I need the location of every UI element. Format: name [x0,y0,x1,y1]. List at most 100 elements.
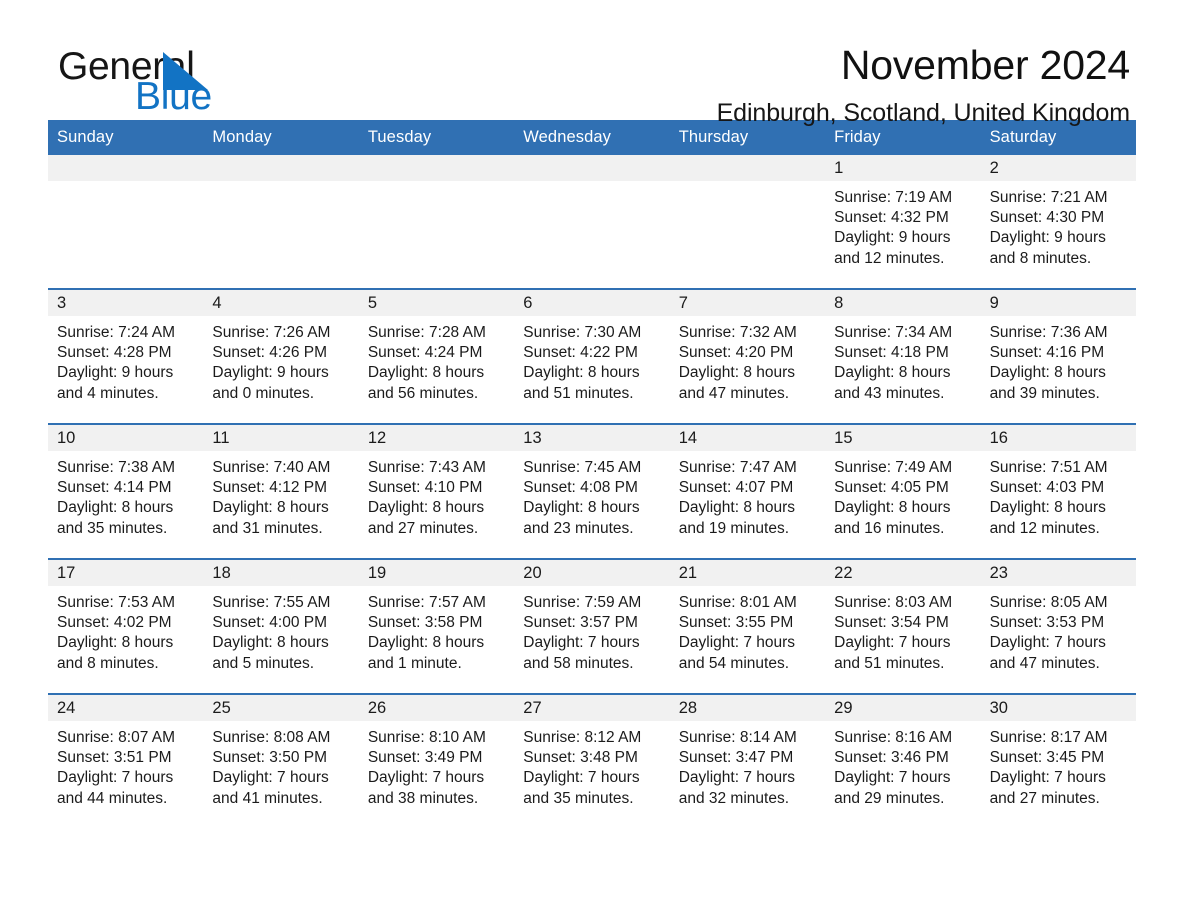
daylight-duration-line1: Daylight: 7 hours [523,769,640,787]
sunrise-time: Sunrise: 7:26 AM [212,324,331,341]
sunrise-time: Sunrise: 7:36 AM [989,324,1108,341]
day-number: 19 [358,560,515,586]
day-number: 6 [514,290,670,316]
day-details: Sunrise: 8:08 AM Sunset: 3:50 PM Daylight:… [203,721,358,809]
day-cell[interactable]: 10 Sunrise: 7:38 AM Sunset: 4:14 PM Dayligh… [48,425,204,558]
daylight-duration-line1: Daylight: 8 hours [367,364,485,382]
day-cell[interactable]: 20 Sunrise: 7:59 AM Sunset: 3:57 PM Dayligh… [514,560,670,693]
sunset-time: Sunset: 3:57 PM [523,614,638,632]
day-details: Sunrise: 8:17 AM Sunset: 3:45 PM Daylight:… [981,721,1136,809]
day-cell[interactable]: 1 Sunrise: 7:19 AM Sunset: 4:32 PM Daylight… [825,155,981,288]
day-cell[interactable]: 13 Sunrise: 7:45 AM Sunset: 4:08 PM Dayligh… [514,425,670,558]
day-cell[interactable]: 8 Sunrise: 7:34 AM Sunset: 4:18 PM Daylight… [825,290,981,423]
daylight-duration-line1: Daylight: 9 hours [989,229,1106,247]
day-number [669,155,826,181]
day-cell-empty [358,155,515,288]
day-details: Sunrise: 7:32 AM Sunset: 4:20 PM Daylight:… [670,316,825,404]
day-details: Sunrise: 7:47 AM Sunset: 4:07 PM Daylight:… [670,451,825,539]
day-cell[interactable]: 17 Sunrise: 7:53 AM Sunset: 4:02 PM Dayligh… [48,560,204,693]
sunset-time: Sunset: 3:49 PM [367,749,483,767]
day-number: 18 [203,560,359,586]
sunset-time: Sunset: 3:45 PM [989,749,1105,767]
day-cell[interactable]: 19 Sunrise: 7:57 AM Sunset: 3:58 PM Dayligh… [358,560,515,693]
daylight-duration-line2: and 56 minutes. [367,384,479,402]
daylight-duration-line2: and 47 minutes. [989,654,1100,672]
brand-logo[interactable]: General Blue [58,45,298,118]
daylight-duration-line1: Daylight: 9 hours [834,229,951,247]
day-cell[interactable]: 21 Sunrise: 8:01 AM Sunset: 3:55 PM Dayligh… [669,560,826,693]
day-details: Sunrise: 7:28 AM Sunset: 4:24 PM Daylight:… [359,316,514,404]
day-cell-empty [669,155,826,288]
sunrise-time: Sunrise: 7:30 AM [523,324,642,341]
day-cell[interactable]: 12 Sunrise: 7:43 AM Sunset: 4:10 PM Dayligh… [358,425,515,558]
day-number: 23 [980,560,1136,586]
day-cell[interactable]: 9 Sunrise: 7:36 AM Sunset: 4:16 PM Daylight… [980,290,1136,423]
daylight-duration-line2: and 54 minutes. [678,654,789,672]
day-cell[interactable]: 7 Sunrise: 7:32 AM Sunset: 4:20 PM Daylight… [669,290,826,423]
daylight-duration-line1: Daylight: 8 hours [834,364,951,382]
day-cell[interactable]: 28 Sunrise: 8:14 AM Sunset: 3:47 PM Dayligh… [669,695,826,828]
daylight-duration-line2: and 16 minutes. [834,519,945,537]
daylight-duration-line1: Daylight: 8 hours [57,634,174,652]
day-details: Sunrise: 7:43 AM Sunset: 4:10 PM Daylight:… [359,451,514,539]
day-details: Sunrise: 8:14 AM Sunset: 3:47 PM Daylight:… [670,721,825,809]
day-cell-empty [203,155,359,288]
daylight-duration-line1: Daylight: 8 hours [212,499,329,517]
daylight-duration-line2: and 4 minutes. [57,384,159,402]
sunset-time: Sunset: 3:51 PM [57,749,172,767]
day-cell[interactable]: 29 Sunrise: 8:16 AM Sunset: 3:46 PM Dayligh… [825,695,981,828]
sunset-time: Sunset: 4:28 PM [57,344,172,362]
day-details: Sunrise: 8:01 AM Sunset: 3:55 PM Daylight:… [670,586,825,674]
calendar-week-row: 1 Sunrise: 7:19 AM Sunset: 4:32 PM Daylight… [48,155,1136,288]
day-number: 24 [48,695,204,721]
daylight-duration-line2: and 19 minutes. [678,519,789,537]
page-header: General Blue November 2024 Edinburgh, Sc… [48,0,1140,127]
sunrise-time: Sunrise: 7:28 AM [367,324,486,341]
daylight-duration-line2: and 12 minutes. [989,519,1100,537]
day-cell[interactable]: 26 Sunrise: 8:10 AM Sunset: 3:49 PM Dayligh… [358,695,515,828]
day-number: 2 [980,155,1136,181]
day-cell[interactable]: 11 Sunrise: 7:40 AM Sunset: 4:12 PM Dayligh… [203,425,359,558]
sunrise-time: Sunrise: 7:59 AM [523,594,642,611]
day-details: Sunrise: 7:53 AM Sunset: 4:02 PM Daylight:… [48,586,203,674]
sunset-time: Sunset: 3:55 PM [678,614,794,632]
daylight-duration-line2: and 5 minutes. [212,654,315,672]
day-cell[interactable]: 30 Sunrise: 8:17 AM Sunset: 3:45 PM Dayligh… [980,695,1136,828]
day-cell[interactable]: 22 Sunrise: 8:03 AM Sunset: 3:54 PM Dayligh… [825,560,981,693]
daylight-duration-line2: and 23 minutes. [523,519,634,537]
day-cell[interactable]: 18 Sunrise: 7:55 AM Sunset: 4:00 PM Dayligh… [203,560,359,693]
day-cell[interactable]: 15 Sunrise: 7:49 AM Sunset: 4:05 PM Dayligh… [825,425,981,558]
daylight-duration-line1: Daylight: 8 hours [523,364,640,382]
day-number: 27 [514,695,670,721]
sunrise-time: Sunrise: 7:49 AM [834,459,953,476]
sunrise-time: Sunrise: 7:47 AM [678,459,797,476]
day-number: 22 [825,560,981,586]
day-cell[interactable]: 27 Sunrise: 8:12 AM Sunset: 3:48 PM Dayligh… [514,695,670,828]
day-cell[interactable]: 4 Sunrise: 7:26 AM Sunset: 4:26 PM Daylight… [203,290,359,423]
day-cell[interactable]: 5 Sunrise: 7:28 AM Sunset: 4:24 PM Daylight… [358,290,515,423]
day-number [358,155,515,181]
day-cell[interactable]: 23 Sunrise: 8:05 AM Sunset: 3:53 PM Dayligh… [980,560,1136,693]
daylight-duration-line1: Daylight: 8 hours [367,499,485,517]
sunrise-time: Sunrise: 7:34 AM [834,324,953,341]
day-cell[interactable]: 14 Sunrise: 7:47 AM Sunset: 4:07 PM Dayligh… [669,425,826,558]
day-cell[interactable]: 16 Sunrise: 7:51 AM Sunset: 4:03 PM Dayligh… [980,425,1136,558]
day-cell[interactable]: 25 Sunrise: 8:08 AM Sunset: 3:50 PM Dayligh… [203,695,359,828]
day-details: Sunrise: 8:03 AM Sunset: 3:54 PM Daylight:… [825,586,980,674]
day-cell[interactable]: 6 Sunrise: 7:30 AM Sunset: 4:22 PM Daylight… [514,290,670,423]
day-details: Sunrise: 7:40 AM Sunset: 4:12 PM Daylight:… [203,451,358,539]
sunrise-time: Sunrise: 7:57 AM [367,594,486,611]
daylight-duration-line1: Daylight: 8 hours [834,499,951,517]
day-number: 5 [358,290,515,316]
sunrise-time: Sunrise: 7:51 AM [989,459,1108,476]
day-cell[interactable]: 3 Sunrise: 7:24 AM Sunset: 4:28 PM Daylight… [48,290,204,423]
daylight-duration-line1: Daylight: 7 hours [678,769,796,787]
day-number: 15 [825,425,981,451]
sunrise-time: Sunrise: 8:03 AM [834,594,953,611]
day-cell[interactable]: 24 Sunrise: 8:07 AM Sunset: 3:51 PM Dayligh… [48,695,204,828]
day-cell[interactable]: 2 Sunrise: 7:21 AM Sunset: 4:30 PM Daylight… [980,155,1136,288]
sunset-time: Sunset: 4:05 PM [834,479,949,497]
day-details: Sunrise: 7:38 AM Sunset: 4:14 PM Daylight:… [48,451,203,539]
day-details: Sunrise: 7:57 AM Sunset: 3:58 PM Daylight:… [359,586,514,674]
day-number: 26 [358,695,515,721]
